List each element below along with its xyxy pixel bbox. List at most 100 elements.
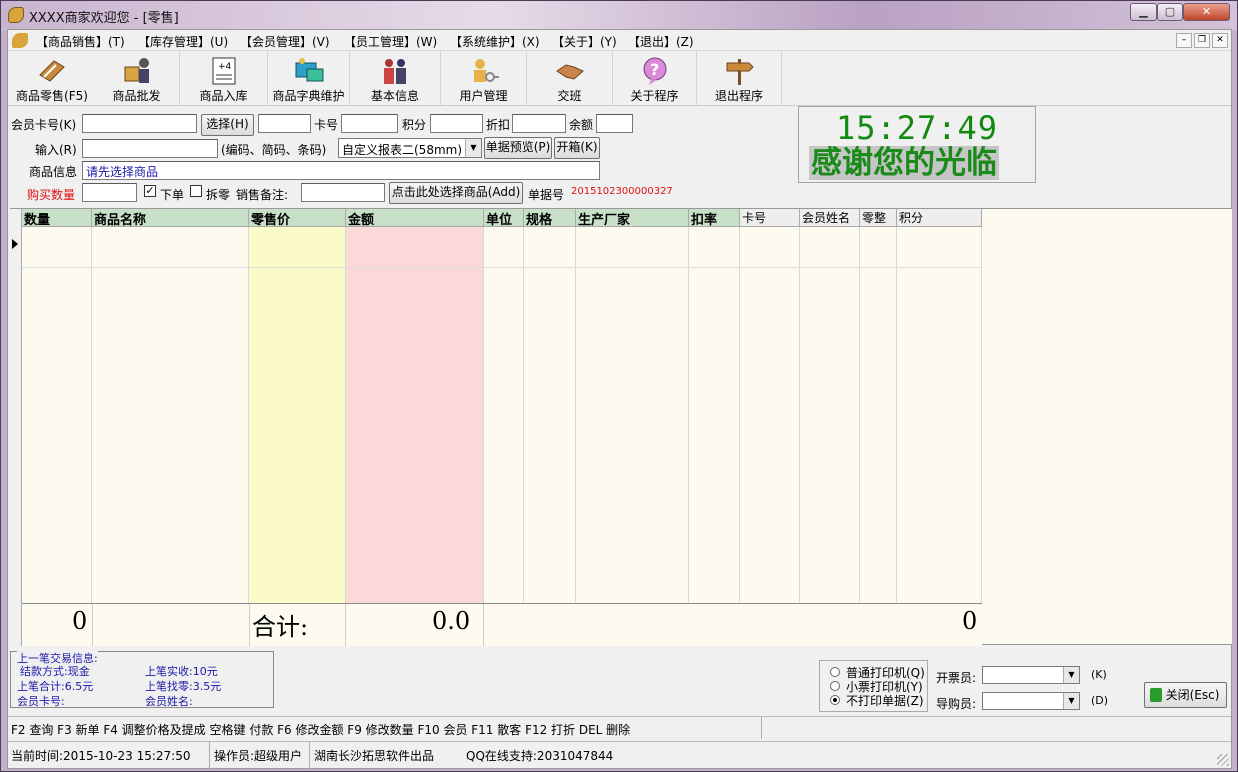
tool-about-button[interactable]: ? 关于程序 (613, 52, 697, 105)
totals-row (22, 603, 982, 646)
window-title: XXXX商家欢迎您 - [零售] (29, 11, 179, 26)
invoice-clerk-select[interactable]: ▼ (982, 666, 1080, 684)
points-field[interactable] (430, 114, 483, 133)
order-check-label: 下单 (160, 188, 185, 202)
col-header-amount[interactable]: 金额 (346, 209, 484, 228)
menu-about[interactable]: 【关于】(Y) (552, 33, 617, 50)
guide-clerk-key: (D) (1091, 694, 1109, 707)
menu-app-icon (12, 33, 28, 48)
col-card-cells (740, 227, 800, 603)
tool-user-mgmt-button[interactable]: 用户管理 (441, 52, 527, 105)
qty-input[interactable] (82, 183, 137, 202)
split-checkbox[interactable] (190, 185, 202, 197)
menu-exit[interactable]: 【退出】(Z) (628, 33, 694, 50)
menu-members[interactable]: 【会员管理】(V) (240, 33, 330, 50)
mdi-close-icon[interactable]: ✕ (1212, 33, 1228, 48)
menu-inventory[interactable]: 【库存管理】(U) (138, 33, 228, 50)
clock-time: 15:27:49 (835, 109, 999, 147)
menu-sales[interactable]: 【商品销售】(T) (36, 33, 125, 50)
last-received: 上笔实收:10元 (145, 665, 218, 678)
tool-retail-button[interactable]: 商品零售(F5) (12, 52, 92, 105)
report-select[interactable]: 自定义报表二(58mm) ▼ (338, 138, 482, 158)
clock-panel: 15:27:49 感谢您的光临 (798, 106, 1036, 183)
svg-text:?: ? (650, 60, 659, 79)
handshake-icon (555, 64, 584, 80)
total-amount: 0.0 (432, 607, 471, 635)
goods-info-label: 商品信息 (29, 165, 78, 179)
tool-goods-dict-button[interactable]: 商品字典维护 (268, 52, 350, 105)
app-icon (8, 7, 24, 23)
invoice-clerk-key: (K) (1091, 668, 1107, 681)
total-label: 合计: (252, 613, 309, 641)
status-time: 当前时间:2015-10-23 15:27:50 (11, 749, 191, 763)
tool-exit-button[interactable]: 退出程序 (697, 52, 782, 105)
chevron-down-icon[interactable]: ▼ (1063, 693, 1079, 709)
tool-basic-info-button[interactable]: 基本信息 (350, 52, 441, 105)
discount-field[interactable] (512, 114, 566, 133)
print-receipt-radio[interactable] (830, 681, 840, 691)
bill-preview-button[interactable]: 单据预览(P) (484, 137, 552, 159)
col-header-card[interactable]: 卡号 (740, 209, 800, 227)
tool-wholesale-button[interactable]: 商品批发 (94, 52, 180, 105)
col-header-qty[interactable]: 数量 (22, 209, 92, 228)
col-header-spec[interactable]: 规格 (524, 209, 576, 228)
last-member-name: 会员姓名: (145, 695, 193, 708)
resize-grip-icon[interactable] (1217, 754, 1229, 766)
col-name-cells (92, 227, 249, 603)
col-header-rate[interactable]: 扣率 (689, 209, 740, 228)
col-header-points[interactable]: 积分 (897, 209, 982, 227)
chevron-down-icon[interactable]: ▼ (1063, 667, 1079, 683)
row-indicator-column (10, 209, 22, 646)
member-card-input[interactable] (82, 114, 197, 133)
close-icon[interactable]: ✕ (1183, 3, 1230, 21)
col-header-price[interactable]: 零售价 (249, 209, 346, 228)
help-bubble-icon: ? (643, 57, 666, 85)
current-row-arrow-icon (12, 239, 18, 249)
member-card-label: 会员卡号(K) (11, 118, 77, 132)
choose-goods-button[interactable]: 点击此处选择商品(Add) (389, 182, 523, 204)
main-window: XXXX商家欢迎您 - [零售] ▁ ▢ ✕ 【商品销售】(T) 【库存管理】(… (0, 0, 1238, 772)
card-field[interactable] (341, 114, 398, 133)
status-qq: QQ在线支持:2031047844 (466, 749, 614, 763)
col-header-name[interactable]: 商品名称 (92, 209, 249, 228)
col-whole-cells (860, 227, 897, 603)
col-header-member-name[interactable]: 会员姓名 (800, 209, 860, 227)
status-sep-2 (309, 742, 310, 769)
shortcut-text: F2 查询 F3 新单 F4 调整价格及提成 空格键 付款 F6 修改金额 F9… (11, 723, 631, 737)
sales-grid[interactable]: 数量 商品名称 零售价 金额 单位 规格 生产厂家 扣率 卡号 会员姓名 零整 … (10, 208, 1232, 646)
maximize-icon[interactable]: ▢ (1157, 3, 1183, 21)
card-label: 卡号 (314, 118, 339, 132)
balance-field[interactable] (596, 114, 633, 133)
print-none-label: 不打印单据(Z) (846, 694, 924, 708)
col-header-maker[interactable]: 生产厂家 (576, 209, 689, 228)
discount-label: 折扣 (486, 118, 511, 132)
amount-column-bg (346, 227, 484, 603)
select-member-button[interactable]: 选择(H) (201, 114, 254, 136)
remark-input[interactable] (301, 183, 385, 202)
welcome-message: 感谢您的光临 (809, 145, 999, 181)
tool-handover-button[interactable]: 交班 (527, 52, 613, 105)
chevron-down-icon[interactable]: ▼ (465, 139, 481, 157)
minimize-icon[interactable]: ▁ (1130, 3, 1157, 21)
last-member-card: 会员卡号: (17, 695, 65, 708)
print-normal-radio[interactable] (830, 667, 840, 677)
bill-no-value: 2015102300000327 (571, 186, 673, 197)
print-none-radio[interactable] (830, 695, 840, 705)
goods-input[interactable] (82, 139, 218, 158)
mdi-minimize-icon[interactable]: – (1176, 33, 1192, 48)
open-box-button[interactable]: 开箱(K) (554, 137, 600, 159)
menu-staff[interactable]: 【员工管理】(W) (344, 33, 437, 50)
card-no-field[interactable] (258, 114, 311, 133)
remark-label: 销售备注: (236, 188, 289, 202)
guide-clerk-select[interactable]: ▼ (982, 692, 1080, 710)
col-header-unit[interactable]: 单位 (484, 209, 524, 228)
menu-system[interactable]: 【系统维护】(X) (450, 33, 540, 50)
col-header-whole[interactable]: 零整 (860, 209, 897, 227)
col-unit-cells (484, 227, 524, 603)
bill-no-label: 单据号 (528, 188, 565, 202)
status-sep-1 (209, 742, 210, 769)
mdi-restore-icon[interactable]: ❐ (1194, 33, 1210, 48)
order-checkbox[interactable]: ✓ (144, 185, 156, 197)
tool-stock-in-button[interactable]: +4 商品入库 (180, 52, 268, 105)
close-esc-button[interactable]: 关闭(Esc) (1144, 682, 1227, 708)
